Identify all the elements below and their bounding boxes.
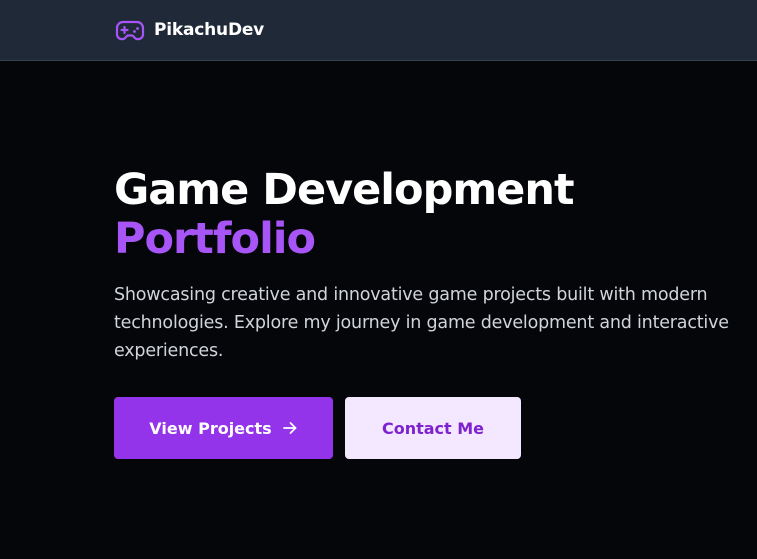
hero-title-line1: Game Development — [114, 165, 575, 215]
hero-description: Showcasing creative and innovative game … — [114, 285, 729, 361]
hero-section: Game Development Portfolio Showcasing cr… — [114, 166, 754, 365]
gamepad-icon — [115, 20, 145, 41]
view-projects-button[interactable]: View Projects — [114, 397, 333, 459]
contact-me-label: Contact Me — [381, 418, 485, 438]
contact-me-button[interactable]: Contact Me — [345, 397, 521, 459]
hero-title-line2: Portfolio — [114, 214, 316, 264]
top-navbar: PikachuDev — [0, 0, 757, 61]
hero-actions: View Projects Contact Me — [114, 397, 521, 459]
hero-title: Game Development Portfolio — [114, 166, 754, 264]
view-projects-label: View Projects — [149, 418, 272, 438]
brand-name: PikachuDev — [154, 20, 265, 40]
brand-logo[interactable]: PikachuDev — [115, 16, 264, 44]
arrow-right-icon — [282, 422, 297, 434]
